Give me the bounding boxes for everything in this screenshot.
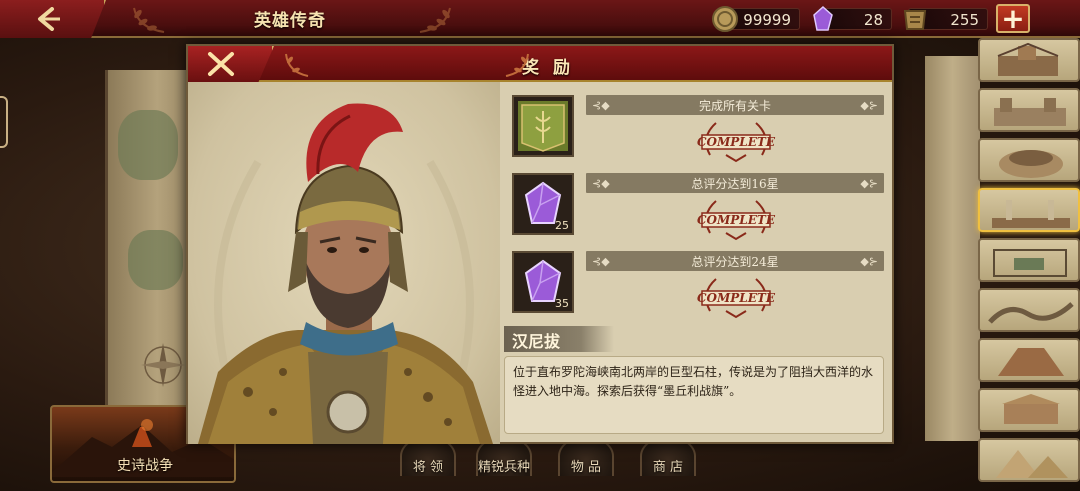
reward-row: 25 ⊰◆ 总评分达到16星 ◆⊱ COMPLETE xyxy=(510,171,884,241)
close-button[interactable] xyxy=(188,46,274,82)
ornament-right-icon: ◆⊱ xyxy=(860,99,878,112)
close-x-icon xyxy=(208,52,234,76)
nav-items-label: 物 品 xyxy=(570,460,602,475)
castle-wall-icon xyxy=(994,98,1066,126)
hero-description-box: 位于直布罗陀海峡南北两岸的巨型石柱，传说是为了阻挡大西洋的水怪进入地中海。探索后… xyxy=(504,356,884,434)
reward-condition: 完成所有关卡 xyxy=(698,99,771,113)
building-great-wall[interactable] xyxy=(978,288,1080,332)
reward-condition-bar: ⊰◆ 总评分达到16星 ◆⊱ xyxy=(586,173,884,193)
nav-generals[interactable]: 将 领 xyxy=(396,436,460,491)
complete-stamp-icon: COMPLETE xyxy=(697,200,776,241)
wreath-left-icon xyxy=(285,53,309,77)
reward-condition-bar: ⊰◆ 完成所有关卡 ◆⊱ xyxy=(586,95,884,115)
coin-counter: 99999 xyxy=(712,6,800,32)
stamp-label: COMPLETE xyxy=(697,213,776,227)
nav-generals-label: 将 领 xyxy=(412,460,444,475)
building-garden[interactable] xyxy=(978,238,1080,282)
complete-stamp-icon: COMPLETE xyxy=(697,278,776,319)
gem-value: 28 xyxy=(863,11,883,29)
rank-counter: 255 xyxy=(903,8,988,30)
hero-name: 汉尼拔 xyxy=(512,332,561,351)
nav-shop-label: 商 店 xyxy=(652,460,684,475)
nav-elite-troops[interactable]: 精锐兵种 xyxy=(472,436,536,491)
pyramid-icon xyxy=(996,450,1068,478)
add-resource-button[interactable]: + xyxy=(996,2,1030,35)
reward-condition: 总评分达到24星 xyxy=(691,255,779,269)
nav-shop[interactable]: 商 店 xyxy=(636,436,700,491)
coin-icon xyxy=(712,6,738,32)
reward-count: 35 xyxy=(555,297,569,310)
fortress-icon xyxy=(997,42,1059,76)
ornament-right-icon: ◆⊱ xyxy=(860,255,878,268)
reward-row: 35 ⊰◆ 总评分达到24星 ◆⊱ COMPLETE xyxy=(510,249,884,319)
top-bar: 英雄传奇 99999 28 255 + xyxy=(0,0,1080,38)
reward-count: 25 xyxy=(555,219,569,232)
building-fortress[interactable] xyxy=(978,38,1080,82)
hero-portrait xyxy=(188,82,500,444)
back-arrow-icon xyxy=(38,7,60,31)
building-castle[interactable] xyxy=(978,88,1080,132)
ornament-right-icon: ◆⊱ xyxy=(860,177,878,190)
stamp-label: COMPLETE xyxy=(697,291,776,305)
coin-value: 99999 xyxy=(743,11,791,29)
parthenon-icon xyxy=(1002,394,1060,424)
building-colosseum[interactable] xyxy=(978,138,1080,182)
colosseum-icon xyxy=(999,150,1063,178)
wreath-right-icon xyxy=(419,7,451,33)
reward-item-slot[interactable]: 25 xyxy=(512,173,574,235)
reward-row: ⊰◆ 完成所有关卡 ◆⊱ COMPLETE xyxy=(510,93,884,163)
garden-icon xyxy=(993,249,1067,277)
stamp-label: COMPLETE xyxy=(697,135,776,149)
add-label: + xyxy=(1001,2,1025,35)
modal-header: 奖 励 xyxy=(188,46,892,82)
gem-counter: 28 xyxy=(813,5,892,31)
reward-condition-bar: ⊰◆ 总评分达到24星 ◆⊱ xyxy=(586,251,884,271)
nav-elite-troops-label: 精锐兵种 xyxy=(477,460,530,475)
hannibal-portrait-image xyxy=(198,103,493,444)
wreath-right-icon xyxy=(505,53,529,77)
wreath-left-icon xyxy=(133,7,165,33)
right-map-scroll xyxy=(925,56,980,441)
complete-stamp-icon: COMPLETE xyxy=(697,122,776,163)
side-tab-handle[interactable] xyxy=(0,96,8,148)
purple-gem-icon xyxy=(813,5,833,31)
hero-description: 位于直布罗陀海峡南北两岸的巨型石柱，传说是为了阻挡大西洋的水怪进入地中海。探索后… xyxy=(513,365,874,398)
reward-condition: 总评分达到16星 xyxy=(691,177,779,191)
great-wall-icon xyxy=(988,302,1074,324)
laurel-badge-icon xyxy=(903,10,927,30)
rank-value: 255 xyxy=(950,11,979,29)
reward-item-slot[interactable]: 35 xyxy=(512,251,574,313)
hero-name-tab: 汉尼拔 xyxy=(504,326,614,352)
compass-icon xyxy=(141,343,185,387)
nav-items[interactable]: 物 品 xyxy=(554,436,618,491)
page-title: 英雄传奇 xyxy=(254,11,326,31)
pillars-icon xyxy=(992,200,1070,228)
epic-war-label: 史诗战争 xyxy=(117,458,173,474)
building-pyramid[interactable] xyxy=(978,438,1080,482)
reward-item-slot[interactable] xyxy=(512,95,574,157)
back-button[interactable] xyxy=(0,0,106,38)
building-pillars[interactable] xyxy=(978,188,1080,232)
world-map-scroll xyxy=(105,70,190,415)
building-parthenon[interactable] xyxy=(978,388,1080,432)
building-ruins[interactable] xyxy=(978,338,1080,382)
reward-modal: 奖 励 ⊰◆ 完成所有关卡 ◆⊱ COMPLETE 25 ⊰◆ 总评分达到16星… xyxy=(186,44,894,444)
mercury-banner-icon xyxy=(518,101,568,152)
ruins-icon xyxy=(998,348,1064,376)
